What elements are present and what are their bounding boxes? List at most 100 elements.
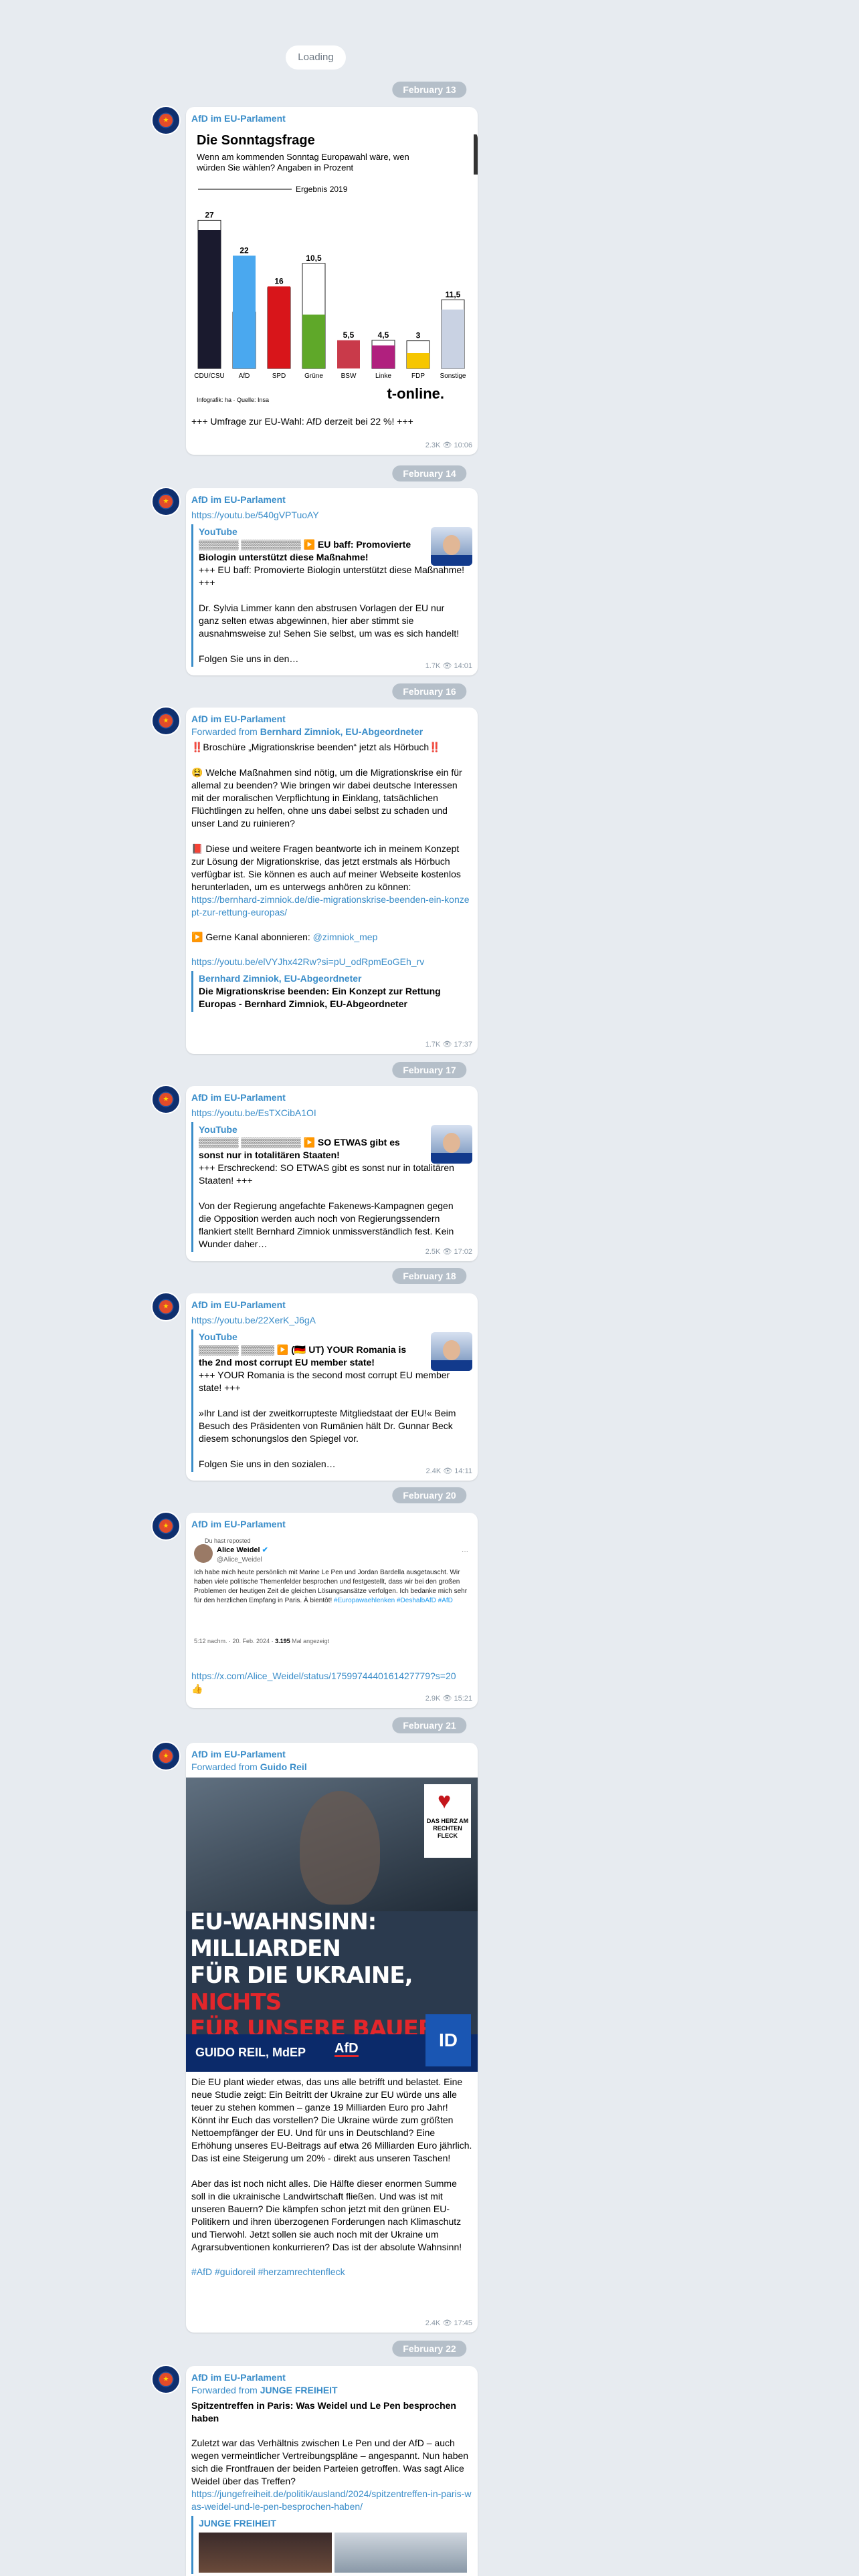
message-text: Die EU plant wieder etwas, das uns alle … — [191, 2076, 472, 2252]
article-link[interactable]: https://jungefreiheit.de/politik/ausland… — [186, 2488, 478, 2513]
t-online-logo: t-online. — [387, 385, 444, 402]
value-label-1: 22 — [240, 245, 249, 255]
chart-source: Infografik: ha · Quelle: Insa — [197, 397, 270, 403]
preview-site: YouTube — [199, 526, 237, 537]
category-label-7: Sonstige — [440, 372, 466, 380]
date-separator: February 17 — [392, 1062, 467, 1078]
sender-name[interactable]: AfD im EU-Parlament — [186, 1293, 478, 1311]
category-label-4: BSW — [341, 372, 357, 380]
channel-avatar[interactable]: ★ — [151, 1085, 181, 1114]
chart-scrollbar — [474, 134, 478, 175]
forwarded-from[interactable]: Forwarded from Guido Reil — [186, 1761, 478, 1774]
youtube-link[interactable]: https://youtu.be/elVYJhx42Rw?si=pU_odRpm… — [186, 956, 478, 968]
sender-name[interactable]: AfD im EU-Parlament — [186, 708, 478, 726]
hashtags[interactable]: #AfD #guidoreil #herzamrechtenfleck — [186, 2266, 478, 2278]
forwarded-from[interactable]: Forwarded from JUNGE FREIHEIT — [186, 2384, 478, 2397]
category-label-1: AfD — [239, 372, 250, 380]
message-time: 17:37 — [454, 1041, 472, 1049]
youtube-link[interactable]: https://youtu.be/EsTXCibA1OI — [186, 1104, 478, 1119]
bar-1 — [233, 255, 256, 368]
message-time: 14:01 — [454, 662, 472, 670]
forwarded-from[interactable]: Forwarded from Bernhard Zimniok, EU-Abge… — [186, 726, 478, 738]
message-meta: 2.3K 👁 10:06 — [425, 439, 472, 452]
view-count: 1.7K — [425, 1041, 441, 1049]
link-preview[interactable]: YouTube ▒▒▒▒▒▒ ▒▒▒▒▒▒▒▒▒ ▶️ SO ETWAS gib… — [191, 1122, 472, 1252]
tweet-screenshot[interactable]: Du hast reposted Alice Weidel ✔ @Alice_W… — [191, 1533, 472, 1667]
eye-icon: 👁 — [443, 1467, 453, 1475]
message-bubble[interactable]: AfD im EU-Parlament Forwarded from Guido… — [186, 1743, 478, 2333]
message-bubble[interactable]: AfD im EU-Parlament https://youtu.be/EsT… — [186, 1086, 478, 1261]
sender-name[interactable]: AfD im EU-Parlament — [186, 107, 478, 125]
sender-name[interactable]: AfD im EU-Parlament — [186, 488, 478, 506]
channel-avatar[interactable]: ★ — [151, 2365, 181, 2394]
id-logo: ID — [425, 2014, 471, 2066]
channel-avatar[interactable]: ★ — [151, 1292, 181, 1321]
sender-name[interactable]: AfD im EU-Parlament — [186, 1743, 478, 1761]
sender-name[interactable]: AfD im EU-Parlament — [186, 1513, 478, 1531]
channel-avatar[interactable]: ★ — [151, 106, 181, 135]
channel-avatar[interactable]: ★ — [151, 1741, 181, 1771]
message-bubble[interactable]: AfD im EU-Parlament Die Sonntagsfrage We… — [186, 107, 478, 455]
message-bubble[interactable]: AfD im EU-Parlament Forwarded from Bernh… — [186, 708, 478, 1054]
chart-image[interactable]: Die Sonntagsfrage Wenn am kommenden Sonn… — [186, 130, 478, 411]
loading-indicator: Loading — [286, 45, 346, 70]
link-preview[interactable]: YouTube ▒▒▒▒▒▒ ▒▒▒▒▒ ▶️ (🇩🇪 UT) YOUR Rom… — [191, 1329, 472, 1472]
subscribe-line: ▶️ Gerne Kanal abonnieren: @zimniok_mep — [191, 932, 378, 942]
date-separator: February 21 — [392, 1717, 467, 1733]
youtube-link[interactable]: https://youtu.be/22XerK_J6gA — [186, 1311, 478, 1327]
tweet-link[interactable]: https://x.com/Alice_Weidel/status/175997… — [186, 1670, 478, 1683]
preview-site: YouTube — [199, 1331, 237, 1342]
eye-icon: 👁 — [442, 2319, 452, 2327]
link-preview[interactable]: YouTube ▒▒▒▒▒▒ ▒▒▒▒▒▒▒▒▒ ▶️ EU baff: Pro… — [191, 524, 472, 667]
preview-site: YouTube — [199, 1124, 237, 1135]
value-label-6: 3 — [416, 331, 421, 340]
message-time: 14:11 — [454, 1467, 472, 1475]
category-label-2: SPD — [272, 372, 286, 380]
post-image[interactable]: ♥ DAS HERZ AM RECHTEN FLECK EU-WAHNSINN:… — [186, 1778, 478, 2072]
tweet-handle: @Alice_Weidel — [217, 1556, 262, 1564]
channel-avatar[interactable]: ★ — [151, 487, 181, 516]
date-separator: February 18 — [392, 1268, 467, 1284]
message-bubble[interactable]: AfD im EU-Parlament https://youtu.be/540… — [186, 488, 478, 675]
verified-icon: ✔ — [262, 1546, 268, 1554]
category-label-6: FDP — [411, 372, 425, 380]
date-separator: February 16 — [392, 683, 467, 700]
view-count: 2.4K — [425, 1467, 442, 1475]
value-label-5: 4,5 — [378, 330, 389, 340]
link-preview[interactable]: Bernhard Zimniok, EU-Abgeordneter Die Mi… — [191, 971, 472, 1012]
channel-avatar[interactable]: ★ — [151, 706, 181, 736]
preview-title: Die Migrationskrise beenden: Ein Konzept… — [199, 986, 441, 1009]
eye-icon: 👁 — [442, 662, 452, 670]
youtube-link[interactable]: https://youtu.be/540gVPTuoAY — [186, 506, 478, 522]
channel-handle-link[interactable]: @zimniok_mep — [313, 932, 378, 942]
eye-icon: 👁 — [442, 1695, 452, 1703]
preview-image-right — [334, 2533, 467, 2573]
preview-images[interactable] — [199, 2533, 467, 2573]
preview-title: ▒▒▒▒▒▒ ▒▒▒▒▒ ▶️ (🇩🇪 UT) YOUR Romania is … — [199, 1344, 407, 1368]
tweet-meta: 5:12 nachm. · 20. Feb. 2024 · 3.195 Mal … — [194, 1638, 330, 1644]
date-separator: February 22 — [392, 2341, 467, 2357]
message-bubble[interactable]: AfD im EU-Parlament https://youtu.be/22X… — [186, 1293, 478, 1481]
website-link[interactable]: https://bernhard-zimniok.de/die-migratio… — [186, 893, 478, 919]
bar-2 — [268, 286, 290, 368]
video-thumbnail[interactable] — [431, 1125, 472, 1164]
message-bubble[interactable]: AfD im EU-Parlament Forwarded from JUNGE… — [186, 2366, 478, 2576]
preview-site: Bernhard Zimniok, EU-Abgeordneter — [199, 973, 362, 984]
sender-name[interactable]: AfD im EU-Parlament — [186, 2366, 478, 2384]
eye-icon: 👁 — [442, 441, 452, 449]
message-bubble[interactable]: AfD im EU-Parlament Du hast reposted Ali… — [186, 1513, 478, 1708]
article-title: Spitzentreffen in Paris: Was Weidel und … — [191, 2400, 459, 2424]
video-thumbnail[interactable] — [431, 527, 472, 566]
value-label-0: 27 — [205, 210, 214, 219]
sender-name[interactable]: AfD im EU-Parlament — [186, 1086, 478, 1104]
legend-2019-label: Ergebnis 2019 — [296, 185, 348, 194]
chart-subtitle: Wenn am kommenden Sonntag Europawahl wär… — [197, 152, 409, 173]
value-label-2: 16 — [274, 276, 284, 286]
bar-chart: Ergebnis 2019 27 CDU/CSU 22 AfD 16 SPD 10,5 Grün… — [194, 185, 466, 380]
channel-avatar[interactable]: ★ — [151, 1511, 181, 1541]
video-thumbnail[interactable] — [431, 1332, 472, 1371]
category-label-0: CDU/CSU — [194, 372, 225, 380]
name-band: GUIDO REIL, MdEP — [195, 2046, 306, 2059]
link-preview[interactable]: JUNGE FREIHEIT — [191, 2516, 472, 2574]
value-label-3: 10,5 — [306, 253, 322, 263]
